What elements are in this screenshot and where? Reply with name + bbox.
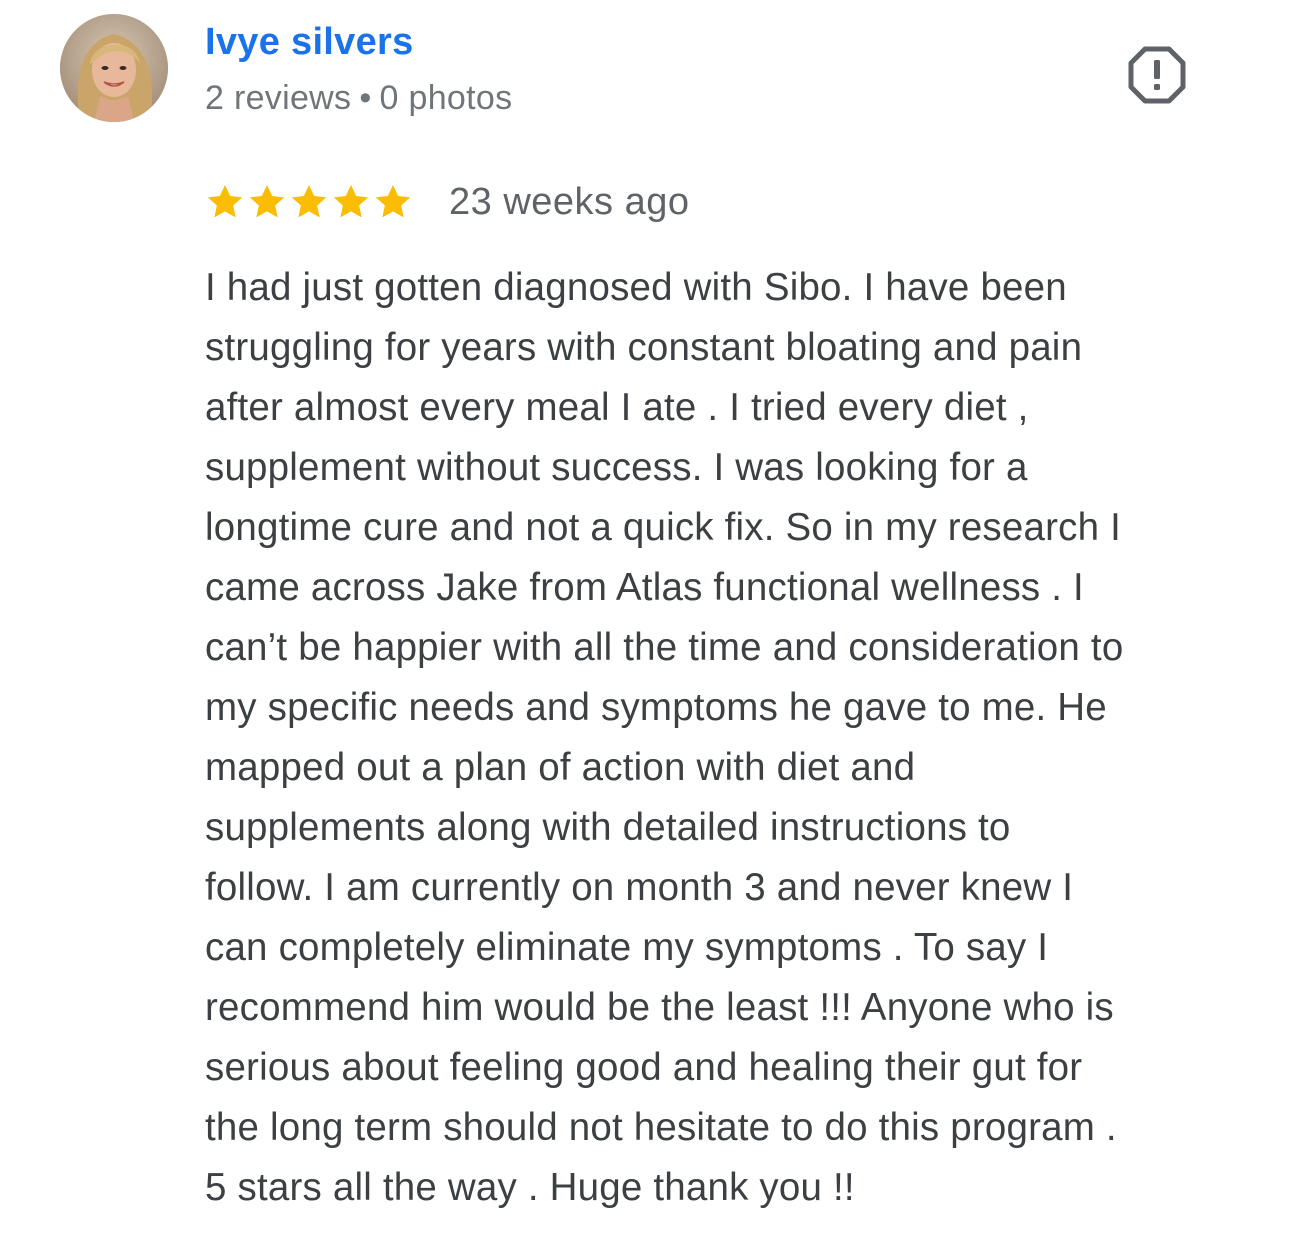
star-rating — [205, 182, 413, 222]
avatar[interactable] — [60, 14, 168, 122]
review-text-line: can’t be happier with all the time and c… — [205, 626, 1124, 669]
review-text-line: recommend him would be the least !!! Any… — [205, 986, 1114, 1029]
profile-photo — [60, 14, 168, 122]
review-text-line: follow. I am currently on month 3 and ne… — [205, 866, 1074, 909]
star-icon — [247, 182, 287, 222]
review-text-line: I had just gotten diagnosed with Sibo. I… — [205, 266, 1067, 309]
photo-count: 0 photos — [379, 79, 513, 117]
review-text-line: mapped out a plan of action with diet an… — [205, 746, 916, 789]
review-text-line: after almost every meal I ate . I tried … — [205, 386, 1029, 429]
star-icon — [205, 182, 245, 222]
reviewer-name[interactable]: Ivye silvers — [205, 18, 414, 66]
report-flag-icon — [1128, 46, 1186, 104]
review-text-line: 5 stars all the way . Huge thank you !! — [205, 1166, 855, 1209]
review-text-line: struggling for years with constant bloat… — [205, 326, 1083, 369]
review-text-line: can completely eliminate my symptoms . T… — [205, 926, 1049, 969]
review-text-line: supplements along with detailed instruct… — [205, 806, 1011, 849]
rating-row: 23 weeks ago — [205, 176, 690, 228]
review-time: 23 weeks ago — [449, 181, 690, 223]
star-icon — [289, 182, 329, 222]
review-text-line: serious about feeling good and healing t… — [205, 1046, 1083, 1089]
review-text-line: came across Jake from Atlas functional w… — [205, 566, 1084, 609]
report-review-button[interactable] — [1126, 44, 1188, 106]
star-icon — [373, 182, 413, 222]
review-text-line: supplement without success. I was lookin… — [205, 446, 1028, 489]
reviewer-stats: 2 reviews • 0 photos — [205, 76, 512, 120]
meta-separator: • — [359, 79, 372, 117]
review-text-line: the long term should not hesitate to do … — [205, 1106, 1117, 1149]
review-text-line: my specific needs and symptoms he gave t… — [205, 686, 1107, 729]
review-count: 2 reviews — [205, 79, 352, 117]
star-icon — [331, 182, 371, 222]
review-text-line: longtime cure and not a quick fix. So in… — [205, 506, 1121, 549]
review-text: I had just gotten diagnosed with Sibo. I… — [205, 258, 1245, 1218]
